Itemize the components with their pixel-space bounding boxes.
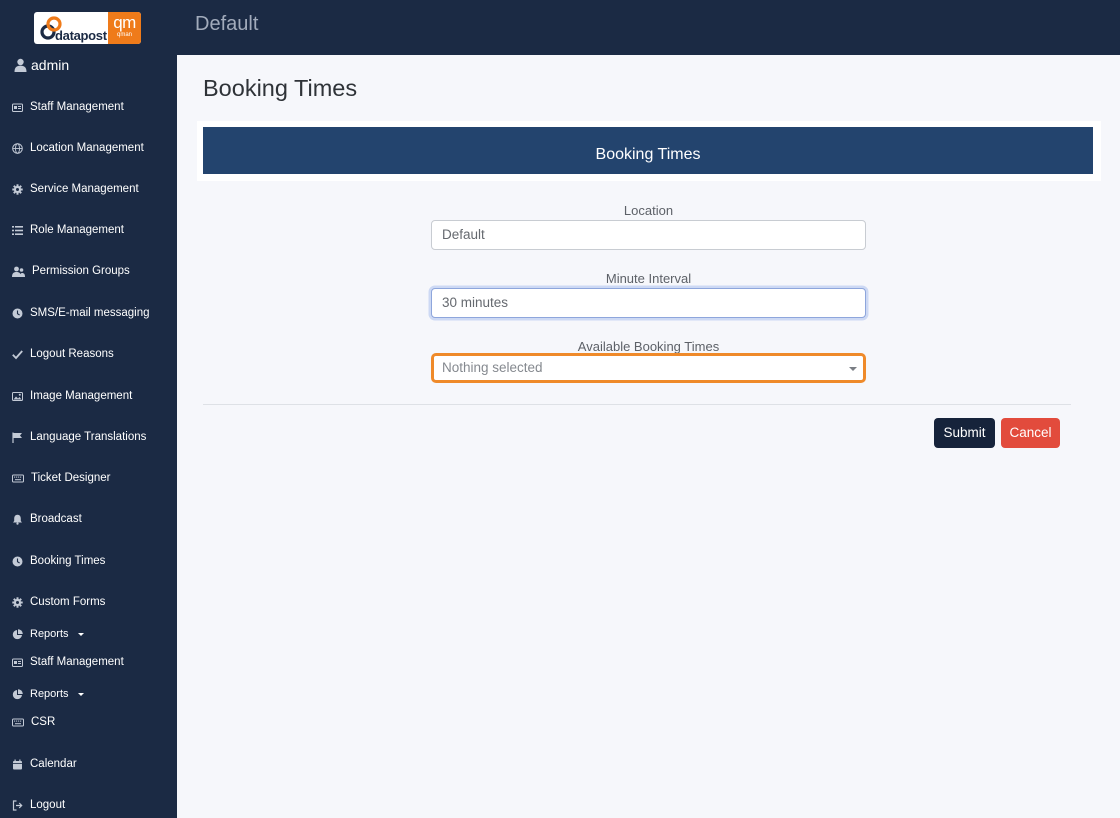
qm-text: qm <box>113 13 136 32</box>
sidebar-item-label: Reports <box>30 688 69 700</box>
minute-interval-field[interactable]: 30 minutes <box>431 288 866 318</box>
sidebar-item-language-translations[interactable]: Language Translations <box>12 431 146 443</box>
pie-chart-icon <box>12 628 23 640</box>
logo-text: datapost <box>55 28 107 43</box>
sidebar: datapost qm qman admin Staff Management … <box>0 0 177 818</box>
id-card-icon <box>12 102 23 113</box>
page-title: Booking Times <box>203 75 358 101</box>
sidebar-item-location-management[interactable]: Location Management <box>12 142 144 154</box>
gear-icon <box>12 183 23 195</box>
sidebar-item-calendar[interactable]: Calendar <box>12 758 77 770</box>
sidebar-item-reports-2[interactable]: Reports <box>12 688 84 700</box>
pie-chart-icon <box>12 688 23 700</box>
sidebar-item-reports[interactable]: Reports <box>12 628 84 640</box>
chevron-down-icon <box>77 692 84 696</box>
cancel-button[interactable]: Cancel <box>1001 418 1060 448</box>
qman-text: qman <box>116 32 132 38</box>
available-booking-times-label: Available Booking Times <box>577 339 720 354</box>
globe-icon <box>12 142 23 154</box>
sidebar-item-csr[interactable]: CSR <box>12 716 55 728</box>
sidebar-item-image-management[interactable]: Image Management <box>12 390 132 402</box>
flag-icon <box>12 432 23 443</box>
select-value: Nothing selected <box>442 360 543 375</box>
users-icon <box>12 266 25 277</box>
sidebar-item-label: SMS/E-mail messaging <box>30 307 150 319</box>
sidebar-item-staff-management[interactable]: Staff Management <box>12 101 124 113</box>
sidebar-item-permission-groups[interactable]: Permission Groups <box>12 265 130 277</box>
sidebar-item-label: Staff Management <box>30 656 124 668</box>
sidebar-item-label: Logout Reasons <box>30 348 114 360</box>
sidebar-item-label: Booking Times <box>30 555 106 567</box>
minute-interval-label: Minute Interval <box>605 271 692 286</box>
main-content: Booking Times Booking Times Location Def… <box>177 55 1120 818</box>
sidebar-item-role-management[interactable]: Role Management <box>12 224 124 236</box>
sidebar-item-label: Language Translations <box>30 431 147 443</box>
sidebar-item-label: Ticket Designer <box>31 472 111 484</box>
sidebar-item-logout[interactable]: Logout <box>12 799 65 811</box>
sidebar-item-label: Image Management <box>30 390 133 402</box>
calendar-icon <box>12 759 23 770</box>
check-icon <box>12 349 23 360</box>
card-header: Booking Times <box>203 127 1093 174</box>
sidebar-item-label: Staff Management <box>30 101 124 113</box>
sidebar-item-custom-forms[interactable]: Custom Forms <box>12 596 105 608</box>
chevron-down-icon <box>77 632 84 636</box>
sidebar-item-booking-times[interactable]: Booking Times <box>12 555 105 567</box>
list-icon <box>12 225 23 236</box>
current-user[interactable]: admin <box>14 57 69 73</box>
clock-icon <box>12 308 23 319</box>
location-field[interactable]: Default <box>431 220 866 250</box>
datapost-qman-logo: datapost qm qman <box>34 12 141 44</box>
sidebar-item-label: Logout <box>30 799 66 811</box>
gear-icon <box>12 596 23 608</box>
qman-badge: qm qman <box>108 12 141 44</box>
sidebar-item-label: Role Management <box>30 224 124 236</box>
sidebar-item-label: Custom Forms <box>30 596 106 608</box>
keyboard-icon <box>12 717 24 728</box>
available-booking-times-select[interactable]: Nothing selected <box>431 353 866 383</box>
sidebar-item-label: Location Management <box>30 142 144 154</box>
sidebar-item-label: CSR <box>31 716 56 728</box>
chevron-down-icon <box>849 367 857 371</box>
sidebar-item-label: Permission Groups <box>32 265 130 277</box>
user-name: admin <box>31 57 70 73</box>
location-label: Location <box>623 203 674 218</box>
sidebar-item-label: Reports <box>30 628 69 640</box>
top-bar: Default <box>177 0 1120 55</box>
sidebar-item-logout-reasons[interactable]: Logout Reasons <box>12 348 114 360</box>
logout-icon <box>12 799 23 811</box>
sidebar-item-staff-management-2[interactable]: Staff Management <box>12 656 124 668</box>
topbar-title: Default <box>195 13 259 35</box>
sidebar-item-label: Broadcast <box>30 513 82 525</box>
divider <box>203 404 1071 405</box>
clock-icon <box>12 556 23 567</box>
datapost-logo: datapost <box>37 14 110 43</box>
sidebar-item-label: Calendar <box>30 758 77 770</box>
image-icon <box>12 391 23 402</box>
sidebar-item-ticket-designer[interactable]: Ticket Designer <box>12 472 110 484</box>
sidebar-item-sms-email-messaging[interactable]: SMS/E-mail messaging <box>12 307 150 319</box>
id-card-icon <box>12 657 23 668</box>
sidebar-item-label: Service Management <box>30 183 139 195</box>
keyboard-icon <box>12 473 24 484</box>
user-icon <box>14 58 27 72</box>
sidebar-item-service-management[interactable]: Service Management <box>12 183 139 195</box>
bell-icon <box>12 514 23 525</box>
submit-button[interactable]: Submit <box>934 418 995 448</box>
sidebar-item-broadcast[interactable]: Broadcast <box>12 513 82 525</box>
